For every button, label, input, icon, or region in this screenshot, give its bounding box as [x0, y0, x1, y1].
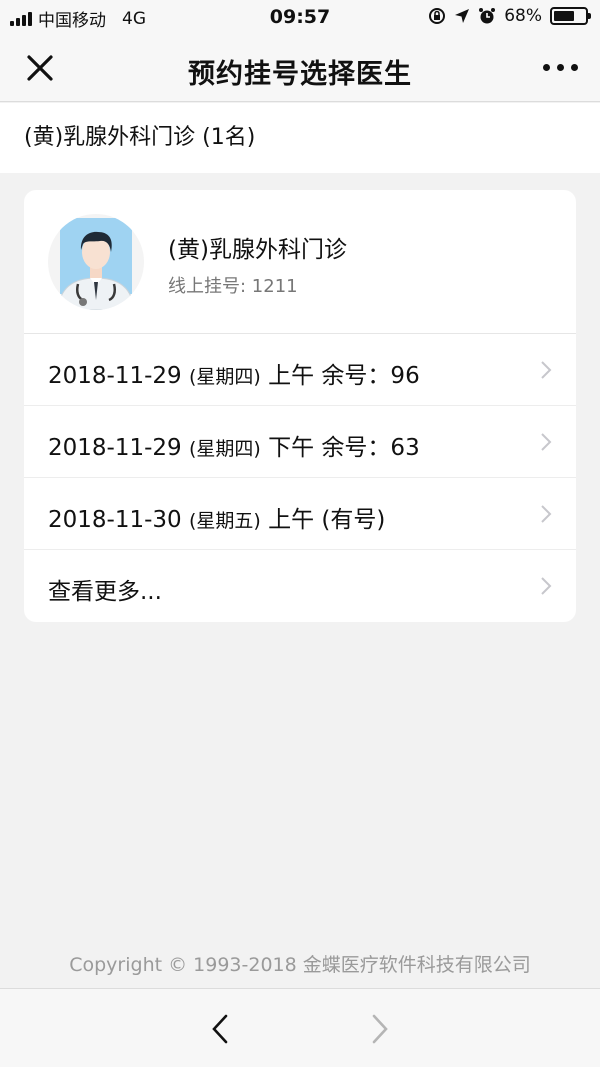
- doctor-info[interactable]: (黄)乳腺外科门诊 线上挂号: 1211: [24, 190, 576, 334]
- schedule-text: 2018-11-30 (星期五) 上午 (有号): [48, 500, 385, 534]
- schedule-row[interactable]: 2018-11-29 (星期四) 下午 余号：63: [24, 406, 576, 478]
- status-bar: 中国移动 4G 09:57 68%: [0, 0, 600, 34]
- doctor-card: (黄)乳腺外科门诊 线上挂号: 1211 2018-11-29 (星期四) 上午…: [24, 190, 576, 622]
- doctor-avatar-icon: [48, 214, 144, 310]
- battery-icon: [550, 7, 591, 25]
- forward-arrow-icon[interactable]: [368, 1013, 392, 1045]
- view-more-row[interactable]: 查看更多...: [24, 550, 576, 622]
- doctor-name: (黄)乳腺外科门诊: [168, 237, 347, 263]
- schedule-weekday: (星期四): [188, 438, 261, 460]
- schedule-text: 2018-11-29 (星期四) 上午 余号：96: [48, 356, 420, 390]
- orientation-lock-icon: [429, 8, 446, 24]
- schedule-date: 2018-11-30: [48, 507, 182, 533]
- nav-bar: 预约挂号选择医生: [0, 34, 600, 102]
- view-more-label: 查看更多...: [48, 579, 162, 605]
- schedule-weekday: (星期四): [188, 366, 261, 388]
- chevron-right-icon: [541, 361, 552, 379]
- location-icon: [455, 9, 470, 23]
- back-arrow-icon[interactable]: [208, 1013, 232, 1045]
- department-header: (黄)乳腺外科门诊 (1名): [0, 103, 600, 173]
- schedule-text: 2018-11-29 (星期四) 下午 余号：63: [48, 428, 420, 462]
- schedule-date: 2018-11-29: [48, 363, 182, 389]
- schedule-slot: 上午 余号：96: [268, 363, 420, 389]
- battery-percent: 68%: [504, 6, 542, 26]
- chevron-right-icon: [541, 505, 552, 523]
- chevron-right-icon: [541, 433, 552, 451]
- schedule-weekday: (星期五): [188, 510, 261, 532]
- schedule-date: 2018-11-29: [48, 435, 182, 461]
- schedule-slot: 下午 余号：63: [268, 435, 420, 461]
- alarm-icon: [479, 8, 496, 24]
- copyright-text: Copyright © 1993-2018 金蝶医疗软件科技有限公司: [69, 954, 531, 976]
- status-right: 68%: [428, 6, 591, 26]
- schedule-row[interactable]: 2018-11-30 (星期五) 上午 (有号): [24, 478, 576, 550]
- schedule-slot: 上午 (有号): [268, 507, 386, 533]
- chevron-right-icon: [541, 577, 552, 595]
- online-count: 线上挂号: 1211: [168, 276, 298, 297]
- more-icon[interactable]: [543, 64, 578, 71]
- page-title: 预约挂号选择医生: [188, 59, 412, 90]
- schedule-row[interactable]: 2018-11-29 (星期四) 上午 余号：96: [24, 334, 576, 406]
- browser-toolbar: [0, 988, 600, 1067]
